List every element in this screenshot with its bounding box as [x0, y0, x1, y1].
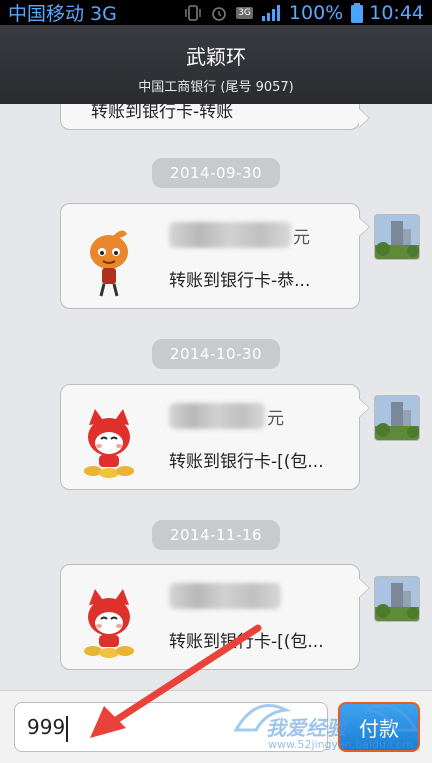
transfer-message[interactable]: 转账到银行卡-[(包... [60, 564, 370, 670]
transfer-amount: 元 [169, 222, 310, 248]
payment-input-bar: 999 付款 [0, 690, 432, 763]
clock: 10:44 [369, 1, 424, 24]
date-separator: 2014-11-16 [152, 520, 280, 550]
contact-name: 武颖环 [186, 45, 246, 69]
blurred-amount [169, 583, 281, 609]
date-separator: 2014-09-30 [152, 158, 280, 188]
text-caret [66, 715, 69, 742]
watermark-text: 我爱经验 [266, 716, 346, 740]
transfer-message[interactable]: 元 转账到银行卡-恭... [60, 203, 370, 309]
battery-percent: 100% [288, 1, 344, 24]
network-type-badge: 3G [236, 6, 253, 19]
status-icons: 3G 100% [184, 1, 364, 24]
red-fox-sticker [84, 409, 134, 478]
transfer-message[interactable]: 元 转账到银行卡-[(包... [60, 384, 370, 490]
transfer-history[interactable]: 转账到银行卡-转账 2014-09-30 元 转账到银行卡-恭... 2014-… [0, 104, 432, 690]
transfer-amount [169, 583, 281, 609]
transfer-description: 转账到银行卡-转账 [91, 104, 234, 122]
date-separator: 2014-10-30 [152, 339, 280, 369]
transfer-description: 转账到银行卡-[(包... [169, 632, 324, 652]
carrier-label: 中国移动 3G [8, 3, 117, 25]
status-bar: 中国移动 3G 3G 100% 10:44 [0, 0, 432, 25]
user-avatar[interactable] [374, 214, 420, 260]
transfer-message[interactable]: 转账到银行卡-转账 [60, 104, 370, 130]
blurred-amount [169, 403, 265, 429]
transfer-description: 转账到银行卡-恭... [169, 271, 311, 291]
transfer-description: 转账到银行卡-[(包... [169, 452, 324, 472]
signal-icon [261, 4, 281, 21]
transfer-amount: 元 [169, 403, 284, 429]
red-fox-sticker [84, 589, 134, 658]
blurred-amount [169, 222, 291, 248]
alarm-icon [210, 4, 228, 22]
user-avatar[interactable] [374, 395, 420, 441]
amount-value: 999 [27, 715, 66, 739]
battery-icon [351, 2, 364, 23]
orange-cartoon-sticker [90, 230, 128, 297]
user-avatar[interactable] [374, 576, 420, 622]
chat-header: 武颖环 中国工商银行 (尾号 9057) [0, 25, 432, 104]
watermark-url: www.52jingyan.baidu.com [268, 738, 413, 751]
bank-account-label: 中国工商银行 (尾号 9057) [138, 80, 294, 95]
vibrate-icon [184, 4, 202, 22]
